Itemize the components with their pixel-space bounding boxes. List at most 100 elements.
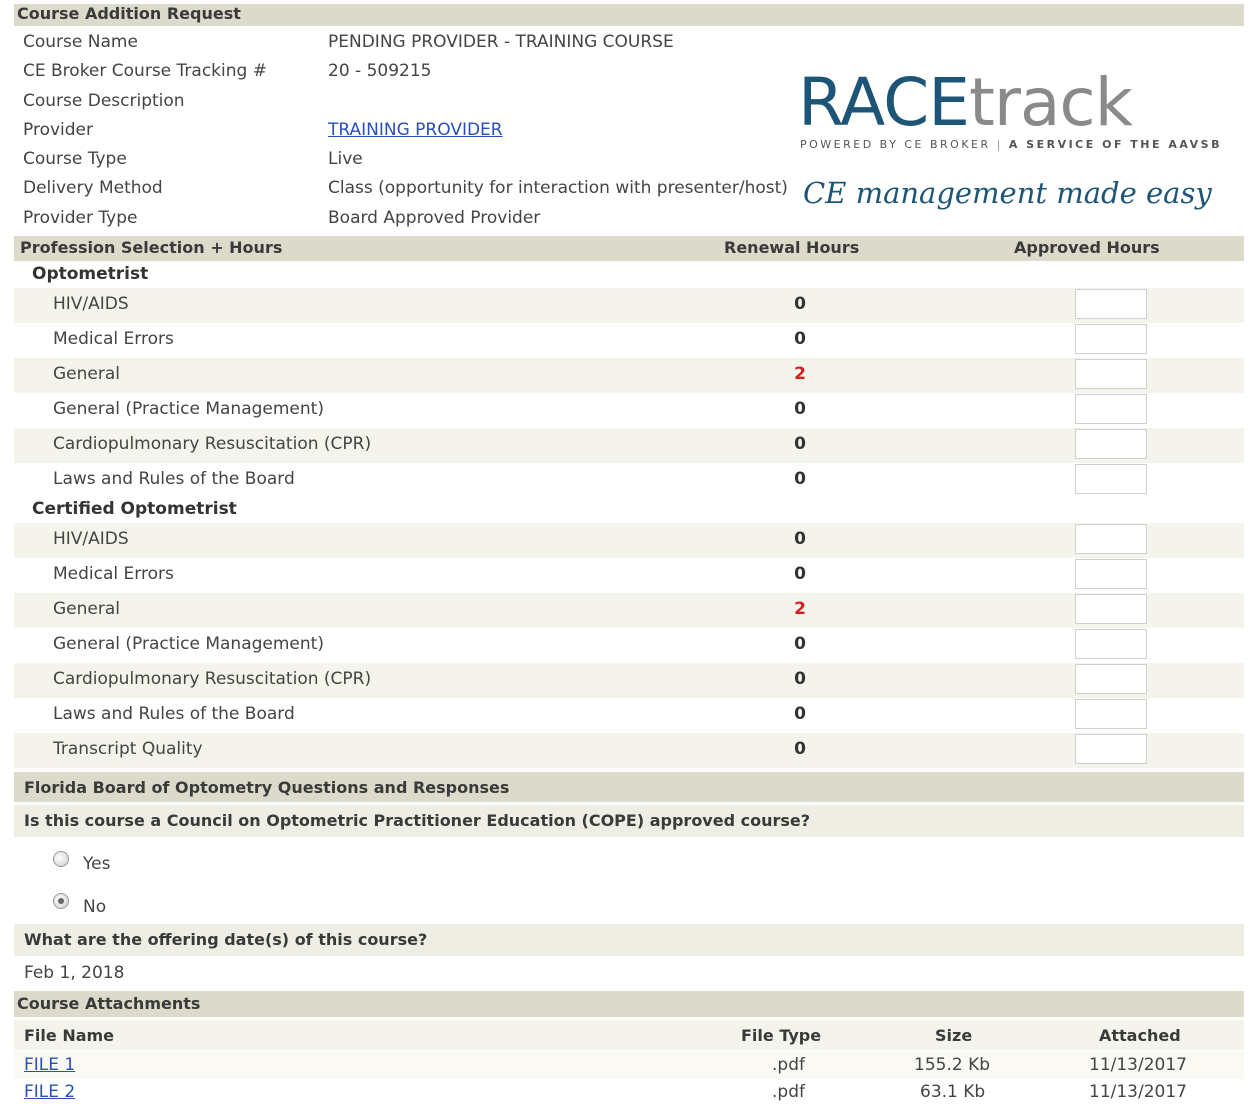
renewal-hours-value: 0	[794, 669, 806, 689]
approved-hours-input[interactable]	[1075, 594, 1147, 624]
radio-yes-label: Yes	[83, 854, 111, 874]
logo-track: track	[968, 64, 1133, 141]
radio-yes[interactable]	[53, 851, 69, 867]
col-size: Size	[935, 1026, 973, 1045]
renewal-hours-value: 0	[794, 434, 806, 454]
file-link[interactable]: FILE 1	[24, 1055, 75, 1075]
profession-header: Profession Selection + Hours Renewal Hou…	[14, 236, 1244, 261]
col-file-name: File Name	[24, 1026, 115, 1045]
subject-label: Medical Errors	[53, 564, 174, 584]
approved-hours-input[interactable]	[1075, 289, 1147, 319]
subject-label: Cardiopulmonary Resuscitation (CPR)	[53, 434, 372, 454]
subject-label: General (Practice Management)	[53, 399, 324, 419]
col-file-type: File Type	[741, 1026, 822, 1045]
offering-date-value: Feb 1, 2018	[24, 963, 125, 983]
file-size: 155.2 Kb	[914, 1055, 991, 1075]
logo-wordmark: RACEtrack	[798, 70, 1133, 136]
subject-label: Laws and Rules of the Board	[53, 704, 295, 724]
subject-label: Medical Errors	[53, 329, 174, 349]
col-attached: Attached	[1099, 1026, 1181, 1045]
field-value-course-name: PENDING PROVIDER - TRAINING COURSE	[328, 32, 674, 52]
group-certified-optometrist: Certified Optometrist	[32, 499, 237, 519]
field-label-tracking: CE Broker Course Tracking #	[23, 61, 267, 81]
row-stripe	[14, 593, 1244, 628]
approved-hours-input[interactable]	[1075, 664, 1147, 694]
profession-title: Profession Selection + Hours	[20, 238, 283, 257]
subject-label: Laws and Rules of the Board	[53, 469, 295, 489]
file-type: .pdf	[772, 1082, 805, 1102]
renewal-hours-value: 0	[794, 529, 806, 549]
file-link[interactable]: FILE 2	[24, 1082, 75, 1102]
attachment-row: FILE 2 .pdf 63.1 Kb 11/13/2017	[14, 1080, 1244, 1107]
field-value-tracking: 20 - 509215	[328, 61, 432, 81]
questions-title: Florida Board of Optometry Questions and…	[24, 778, 510, 797]
field-label-course-name: Course Name	[23, 32, 138, 52]
field-value-provider-type: Board Approved Provider	[328, 208, 541, 228]
subject-label: General	[53, 364, 120, 384]
renewal-hours-value: 2	[794, 364, 806, 384]
logo-service: A SERVICE OF THE AAVSB	[1008, 138, 1222, 151]
file-attached-date: 11/13/2017	[1089, 1082, 1187, 1102]
field-label-description: Course Description	[23, 91, 185, 111]
subject-label: General	[53, 599, 120, 619]
row-stripe	[14, 288, 1244, 323]
field-label-delivery: Delivery Method	[23, 178, 163, 198]
radio-no-label: No	[83, 897, 107, 917]
attachments-header: Course Attachments	[14, 991, 1244, 1017]
subject-label: General (Practice Management)	[53, 634, 324, 654]
questions-header: Florida Board of Optometry Questions and…	[14, 772, 1244, 802]
renewal-hours-value: 2	[794, 599, 806, 619]
row-stripe	[14, 358, 1244, 393]
renewal-hours-header: Renewal Hours	[724, 238, 860, 257]
question-cope: Is this course a Council on Optometric P…	[24, 811, 811, 830]
attachments-columns: File Name File Type Size Attached	[14, 1020, 1244, 1050]
file-attached-date: 11/13/2017	[1089, 1055, 1187, 1075]
approved-hours-input[interactable]	[1075, 524, 1147, 554]
logo-tagline: CE management made easy	[803, 176, 1212, 210]
approved-hours-input[interactable]	[1075, 734, 1147, 764]
row-stripe	[14, 523, 1244, 558]
subject-label: HIV/AIDS	[53, 294, 129, 314]
subject-label: HIV/AIDS	[53, 529, 129, 549]
field-label-provider: Provider	[23, 120, 93, 140]
approved-hours-input[interactable]	[1075, 699, 1147, 729]
subject-label: Transcript Quality	[53, 739, 203, 759]
approved-hours-input[interactable]	[1075, 559, 1147, 589]
renewal-hours-value: 0	[794, 704, 806, 724]
renewal-hours-value: 0	[794, 634, 806, 654]
approved-hours-input[interactable]	[1075, 324, 1147, 354]
question-dates: What are the offering date(s) of this co…	[24, 930, 428, 949]
course-request-header: Course Addition Request	[14, 4, 1244, 26]
racetrack-logo: RACEtrack POWERED BY CE BROKER | A SERVI…	[798, 70, 1219, 211]
approved-hours-input[interactable]	[1075, 464, 1147, 494]
renewal-hours-value: 0	[794, 294, 806, 314]
renewal-hours-value: 0	[794, 469, 806, 489]
field-value-delivery: Class (opportunity for interaction with …	[328, 178, 788, 198]
logo-race: RACE	[798, 64, 970, 141]
renewal-hours-value: 0	[794, 739, 806, 759]
subject-label: Cardiopulmonary Resuscitation (CPR)	[53, 669, 372, 689]
question-dates-bar: What are the offering date(s) of this co…	[14, 924, 1244, 956]
file-size: 63.1 Kb	[920, 1082, 986, 1102]
approved-hours-header: Approved Hours	[1014, 238, 1160, 257]
approved-hours-input[interactable]	[1075, 394, 1147, 424]
question-cope-bar: Is this course a Council on Optometric P…	[14, 805, 1244, 837]
file-type: .pdf	[772, 1055, 805, 1075]
course-request-title: Course Addition Request	[17, 4, 241, 23]
approved-hours-input[interactable]	[1075, 629, 1147, 659]
logo-subtitle: POWERED BY CE BROKER | A SERVICE OF THE …	[800, 138, 1222, 151]
attachments-title: Course Attachments	[17, 994, 201, 1013]
attachment-row: FILE 1 .pdf 155.2 Kb 11/13/2017	[14, 1051, 1244, 1079]
field-value-course-type: Live	[328, 149, 363, 169]
provider-link[interactable]: TRAINING PROVIDER	[328, 120, 503, 140]
renewal-hours-value: 0	[794, 564, 806, 584]
group-optometrist: Optometrist	[32, 264, 149, 284]
renewal-hours-value: 0	[794, 329, 806, 349]
approved-hours-input[interactable]	[1075, 429, 1147, 459]
field-label-course-type: Course Type	[23, 149, 127, 169]
logo-powered-by: POWERED BY CE BROKER	[800, 138, 991, 151]
approved-hours-input[interactable]	[1075, 359, 1147, 389]
field-label-provider-type: Provider Type	[23, 208, 138, 228]
renewal-hours-value: 0	[794, 399, 806, 419]
radio-no[interactable]	[53, 893, 69, 909]
